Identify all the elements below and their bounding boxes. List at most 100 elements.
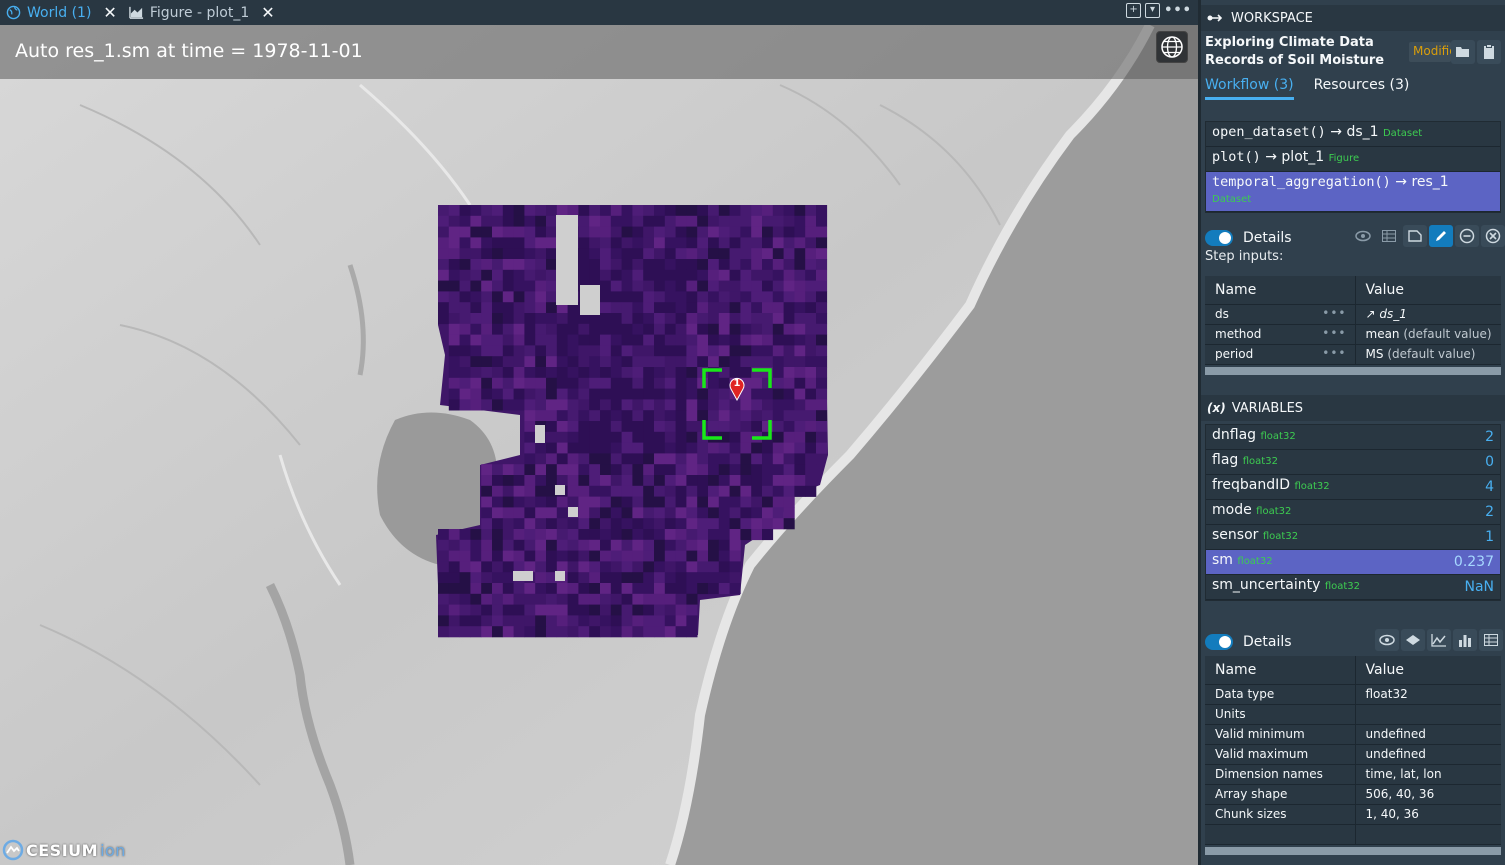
- input-value[interactable]: ds_1: [1379, 307, 1407, 321]
- step-details-toggle[interactable]: Details: [1205, 230, 1292, 246]
- grid-cell: [567, 561, 579, 573]
- toggle-switch[interactable]: [1205, 230, 1233, 246]
- horizontal-scrollbar[interactable]: [1205, 367, 1501, 375]
- workflow-step[interactable]: open_dataset() → ds_1 Dataset: [1206, 122, 1500, 147]
- grid-cell: [654, 388, 666, 400]
- grid-cell: [459, 280, 471, 292]
- grid-cell: [621, 561, 633, 573]
- variable-item-sm_uncertainty[interactable]: sm_uncertainty float32 NaN: [1206, 575, 1500, 600]
- table-icon: [1484, 634, 1498, 646]
- tab-resources[interactable]: Resources (3): [1314, 77, 1410, 100]
- add-layer-button[interactable]: [1401, 629, 1425, 651]
- tab-figure-plot[interactable]: Figure - plot_1 ✕: [123, 0, 281, 25]
- close-icon[interactable]: ✕: [103, 3, 116, 22]
- show-variable-button[interactable]: [1375, 629, 1399, 651]
- grid-cell: [492, 507, 504, 519]
- grid-cell: [621, 442, 633, 454]
- grid-cell: [524, 205, 536, 217]
- grid-cell: [772, 323, 784, 335]
- show-step-button[interactable]: [1351, 225, 1375, 247]
- grid-cell: [794, 345, 806, 357]
- missing-data-cell: [555, 485, 565, 495]
- grid-cell: [621, 269, 633, 281]
- grid-cell: [751, 302, 763, 314]
- more-icon[interactable]: •••: [1322, 306, 1346, 320]
- grid-cell: [718, 345, 730, 357]
- histogram-button[interactable]: [1453, 629, 1477, 651]
- grid-cell: [448, 388, 460, 400]
- table-row[interactable]: ds ••• ↗ ds_1: [1205, 304, 1501, 325]
- grid-cell: [751, 518, 763, 530]
- grid-cell: [578, 475, 590, 487]
- grid-cell: [524, 453, 536, 465]
- map-marker[interactable]: 1: [729, 377, 745, 402]
- workflow-step[interactable]: temporal_aggregation() → res_1 Dataset: [1206, 172, 1500, 212]
- map-title-bar: Auto res_1.sm at time = 1978-11-01: [0, 25, 1198, 79]
- variable-item-mode[interactable]: mode float32 2: [1206, 500, 1500, 525]
- variable-item-dnflag[interactable]: dnflag float32 2: [1206, 425, 1500, 450]
- grid-cell: [664, 431, 676, 443]
- grid-cell: [621, 421, 633, 433]
- workflow-step[interactable]: plot() → plot_1 Figure: [1206, 147, 1500, 172]
- grid-cell: [524, 615, 536, 627]
- detail-value: undefined: [1355, 744, 1501, 765]
- grid-cell: [697, 291, 709, 303]
- grid-cell: [502, 464, 514, 476]
- variable-item-sm[interactable]: sm float32 0.237: [1206, 550, 1500, 575]
- grid-cell: [718, 539, 730, 551]
- grid-cell: [675, 431, 687, 443]
- grid-cell: [708, 485, 720, 497]
- grid-cell: [686, 388, 698, 400]
- grid-cell: [589, 259, 601, 271]
- grid-cell: [600, 583, 612, 595]
- grid-cell: [567, 334, 579, 346]
- grid-cell: [708, 269, 720, 281]
- table-row[interactable]: period ••• MS (default value): [1205, 344, 1501, 365]
- globe-view-button[interactable]: [1156, 31, 1188, 63]
- map-view[interactable]: 1 Auto res_1.sm at time = 1978-11-01 CES…: [0, 25, 1198, 865]
- split-panel-icon[interactable]: +: [1126, 3, 1142, 18]
- grid-cell: [492, 323, 504, 335]
- grid-cell: [524, 280, 536, 292]
- delete-step-button[interactable]: [1481, 225, 1505, 247]
- grid-cell: [783, 226, 795, 238]
- variable-item-freqbandID[interactable]: freqbandID float32 4: [1206, 475, 1500, 500]
- grid-cell: [643, 291, 655, 303]
- variable-item-sensor[interactable]: sensor float32 1: [1206, 525, 1500, 550]
- variable-details-toggle[interactable]: Details: [1205, 634, 1292, 650]
- grid-cell: [675, 248, 687, 260]
- tab-world[interactable]: World (1) ✕: [0, 0, 123, 25]
- grid-cell: [448, 215, 460, 227]
- open-workspace-button[interactable]: [1451, 40, 1475, 64]
- grid-cell: [621, 539, 633, 551]
- grid-cell: [805, 410, 817, 422]
- show-table-button[interactable]: [1377, 225, 1401, 247]
- variable-name: freqbandID: [1212, 477, 1291, 493]
- grid-cell: [600, 237, 612, 249]
- grid-cell: [805, 302, 817, 314]
- horizontal-scrollbar[interactable]: [1205, 847, 1501, 855]
- more-options-icon[interactable]: •••: [1164, 3, 1192, 18]
- grid-cell: [632, 388, 644, 400]
- variable-item-flag[interactable]: flag float32 0: [1206, 450, 1500, 475]
- cesium-ion-logo[interactable]: CESIUM ion: [2, 839, 126, 861]
- edit-step-button[interactable]: [1429, 225, 1453, 247]
- clipboard-button[interactable]: [1477, 40, 1501, 64]
- line-plot-button[interactable]: [1427, 629, 1451, 651]
- maximize-panel-icon[interactable]: ▾: [1145, 3, 1161, 18]
- default-note: (default value): [1387, 347, 1476, 361]
- toggle-switch[interactable]: [1205, 634, 1233, 650]
- properties-button[interactable]: [1403, 225, 1427, 247]
- more-icon[interactable]: •••: [1322, 326, 1346, 340]
- tab-workflow[interactable]: Workflow (3): [1205, 77, 1294, 100]
- table-row[interactable]: method ••• mean (default value): [1205, 324, 1501, 345]
- more-icon[interactable]: •••: [1322, 346, 1346, 360]
- grid-cell: [492, 377, 504, 389]
- remove-step-button[interactable]: [1455, 225, 1479, 247]
- close-icon[interactable]: ✕: [261, 3, 274, 22]
- grid-cell: [438, 313, 450, 325]
- grid-cell: [492, 248, 504, 260]
- data-table-button[interactable]: [1479, 629, 1503, 651]
- grid-cell: [772, 410, 784, 422]
- grid-cell: [513, 367, 525, 379]
